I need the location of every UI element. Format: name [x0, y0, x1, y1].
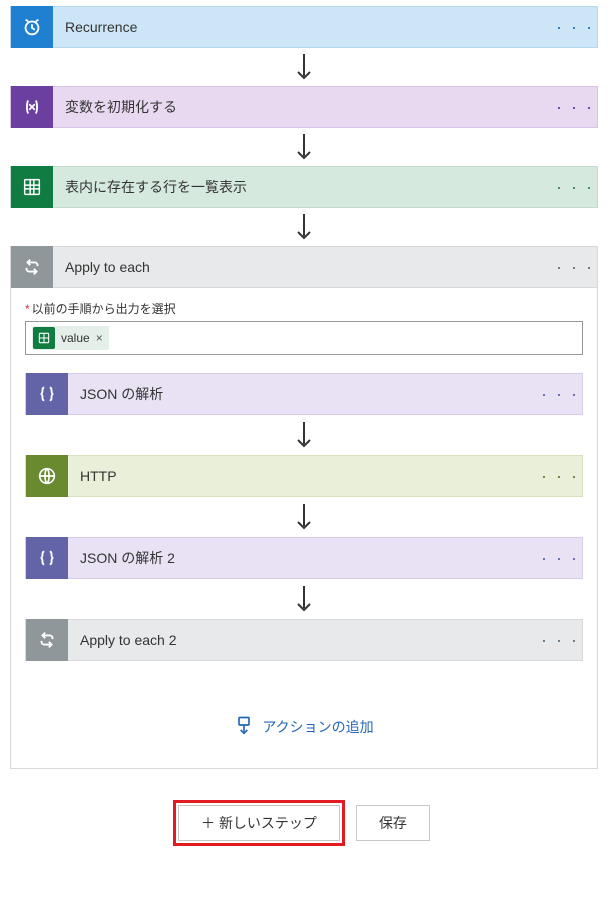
excel-icon	[11, 166, 53, 208]
braces-icon	[26, 537, 68, 579]
excel-icon	[33, 327, 55, 349]
remove-token-button[interactable]: ×	[94, 331, 109, 345]
step-http[interactable]: HTTP · · ·	[25, 455, 583, 497]
step-parse-json[interactable]: JSON の解析 · · ·	[25, 373, 583, 415]
step-list-rows-in-table[interactable]: 表内に存在する行を一覧表示 · · ·	[10, 166, 598, 208]
token-label: value	[61, 331, 94, 345]
flow-canvas: Recurrence · · · 変数を初期化する · · · 表内に存在する行…	[0, 0, 608, 841]
ellipsis-icon: · · ·	[556, 177, 594, 197]
step-label: JSON の解析	[68, 384, 538, 404]
step-menu-button[interactable]: · · ·	[553, 178, 597, 196]
step-menu-button[interactable]: · · ·	[538, 549, 582, 567]
braces-icon	[26, 373, 68, 415]
save-button[interactable]: 保存	[356, 805, 430, 841]
add-action-label: アクションの追加	[262, 717, 373, 737]
step-label: Apply to each 2	[68, 632, 538, 648]
globe-icon	[26, 455, 68, 497]
footer-buttons: ＋ 新しいステップ 保存	[10, 805, 598, 841]
step-apply-to-each-2[interactable]: Apply to each 2 · · ·	[25, 619, 583, 661]
previous-output-field[interactable]: value ×	[25, 321, 583, 355]
step-recurrence[interactable]: Recurrence · · ·	[10, 6, 598, 48]
ellipsis-icon: · · ·	[541, 548, 579, 568]
step-label: HTTP	[68, 468, 538, 484]
step-menu-button[interactable]: · · ·	[553, 98, 597, 116]
connector-arrow	[25, 415, 583, 455]
connector-arrow	[25, 497, 583, 537]
step-label: 変数を初期化する	[53, 97, 553, 117]
step-label: 表内に存在する行を一覧表示	[53, 177, 553, 197]
ellipsis-icon: · · ·	[556, 17, 594, 37]
add-action-icon	[234, 715, 254, 738]
step-apply-to-each[interactable]: Apply to each · · ·	[10, 246, 598, 288]
step-label: Recurrence	[53, 19, 553, 35]
token-value[interactable]: value ×	[32, 326, 109, 350]
step-menu-button[interactable]: · · ·	[553, 258, 597, 276]
step-menu-button[interactable]: · · ·	[538, 631, 582, 649]
previous-output-label: *以前の手順から出力を選択	[25, 300, 583, 317]
loop-icon	[26, 619, 68, 661]
clock-icon	[11, 6, 53, 48]
step-menu-button[interactable]: · · ·	[553, 18, 597, 36]
connector-arrow	[10, 128, 598, 166]
step-menu-button[interactable]: · · ·	[538, 385, 582, 403]
ellipsis-icon: · · ·	[541, 384, 579, 404]
variable-icon	[11, 86, 53, 128]
add-action-button[interactable]: アクションの追加	[25, 715, 583, 738]
required-marker: *	[25, 302, 30, 316]
new-step-label: 新しいステップ	[219, 815, 317, 831]
step-initialize-variable[interactable]: 変数を初期化する · · ·	[10, 86, 598, 128]
loop-icon	[11, 246, 53, 288]
ellipsis-icon: · · ·	[556, 97, 594, 117]
step-label: Apply to each	[53, 259, 553, 275]
connector-arrow	[10, 208, 598, 246]
connector-arrow	[25, 579, 583, 619]
step-label: JSON の解析 2	[68, 548, 538, 568]
ellipsis-icon: · · ·	[556, 257, 594, 277]
step-parse-json-2[interactable]: JSON の解析 2 · · ·	[25, 537, 583, 579]
plus-icon: ＋	[201, 815, 215, 831]
apply-to-each-body: *以前の手順から出力を選択 value × JSON の解析 · · ·	[10, 288, 598, 769]
ellipsis-icon: · · ·	[541, 466, 579, 486]
ellipsis-icon: · · ·	[541, 630, 579, 650]
step-menu-button[interactable]: · · ·	[538, 467, 582, 485]
connector-arrow	[10, 48, 598, 86]
new-step-button[interactable]: ＋ 新しいステップ	[178, 805, 340, 841]
